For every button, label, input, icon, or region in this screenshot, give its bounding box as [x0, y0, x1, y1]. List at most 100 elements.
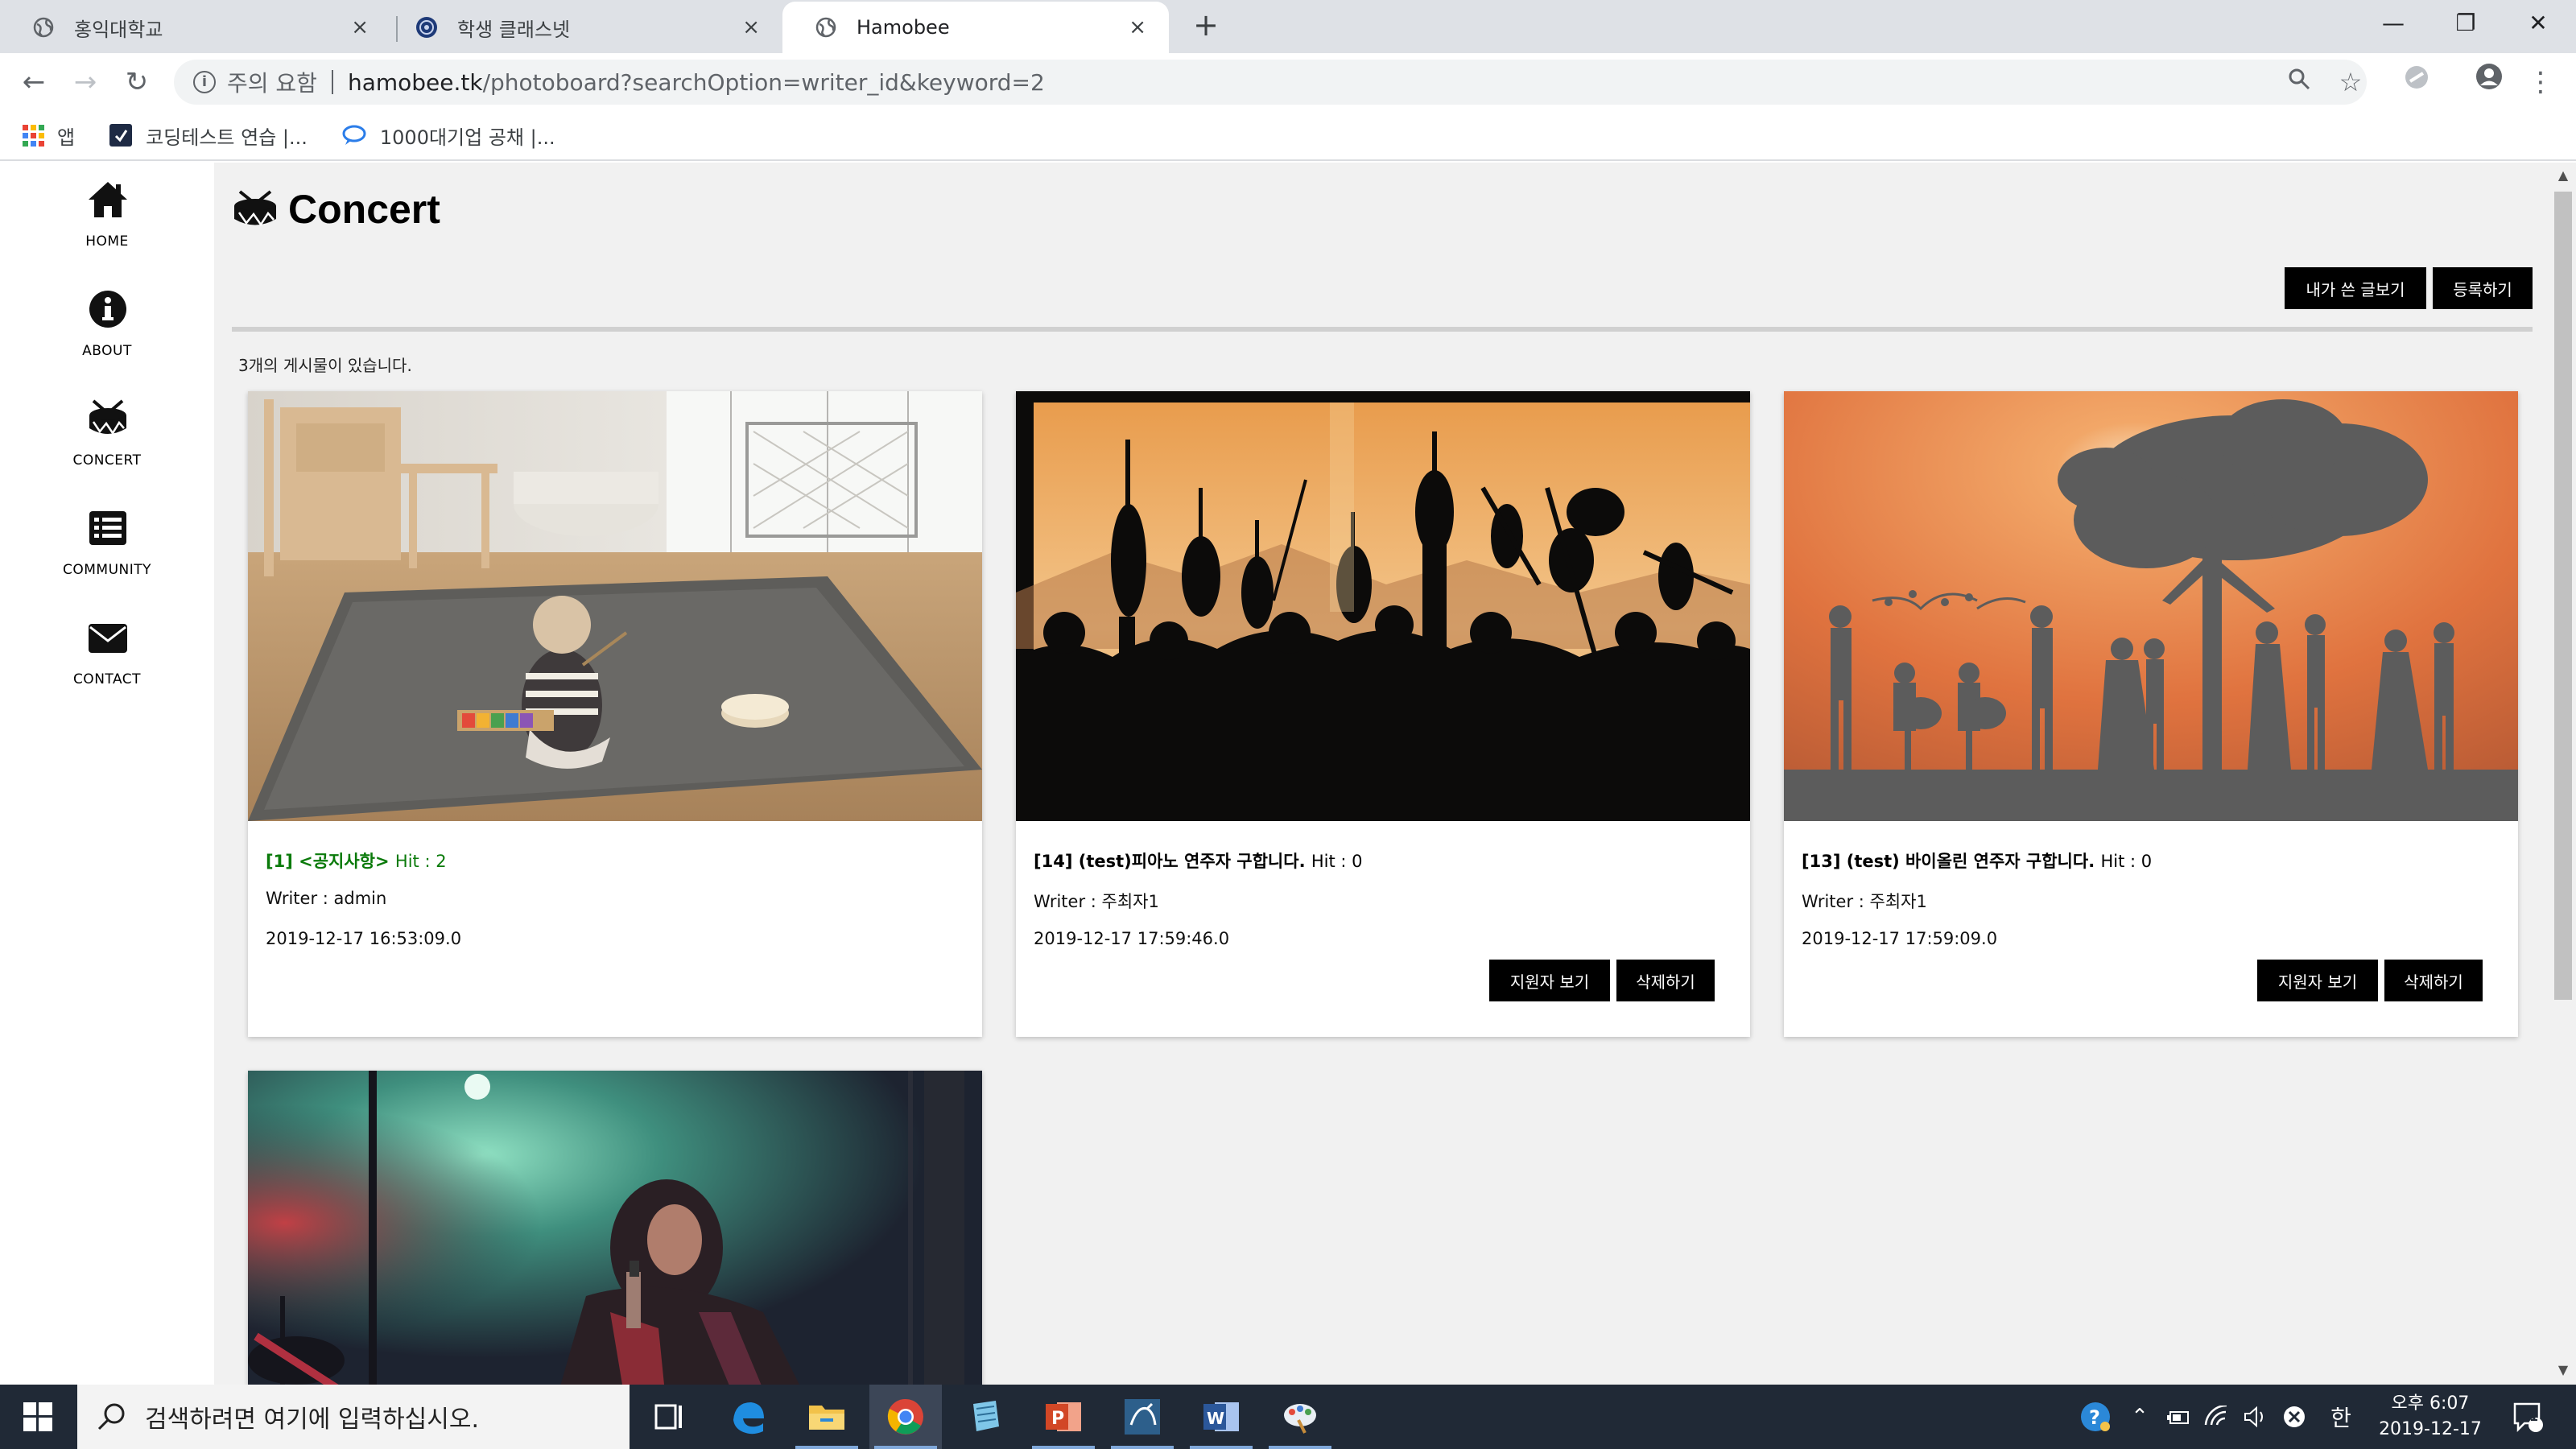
bookmarks-bar: 앱 코딩테스트 연습 |... 1000대기업 공채 |...	[0, 111, 2576, 161]
post-thumbnail-singer-stage[interactable]	[248, 1071, 982, 1385]
tab-title: 홍익대학교	[74, 18, 163, 41]
menu-dots-icon[interactable]: ⋮	[2518, 60, 2563, 105]
delete-button[interactable]: 삭제하기	[2384, 960, 2483, 1001]
chevron-up-icon[interactable]: ⌃	[2122, 1385, 2157, 1449]
profile-avatar-icon[interactable]	[2467, 60, 2512, 105]
notepad-icon[interactable]	[948, 1385, 1021, 1449]
sidebar-item-label: ABOUT	[82, 343, 132, 359]
running-indicator	[874, 1446, 937, 1449]
taskbar-search-input[interactable]: 검색하려면 여기에 입력하십시오.	[77, 1385, 630, 1449]
mysql-workbench-icon[interactable]	[1106, 1385, 1179, 1449]
tab-hamobee[interactable]: Hamobee ×	[782, 2, 1169, 53]
back-icon[interactable]: ←	[14, 63, 53, 101]
info-icon	[89, 291, 126, 328]
post-hit-count: Hit : 0	[2100, 852, 2153, 871]
browser-tab-strip: 홍익대학교 × 학생 클래스넷 × Hamobee × + — ❐ ✕	[0, 0, 2576, 53]
paint-icon[interactable]	[1264, 1385, 1336, 1449]
word-icon[interactable]: W	[1185, 1385, 1257, 1449]
post-writer: Writer : 주최자1	[1034, 892, 1159, 911]
forward-icon[interactable]: →	[66, 63, 105, 101]
running-indicator	[1190, 1446, 1253, 1449]
post-thumbnail-musicians-sunset[interactable]	[1784, 391, 2518, 821]
view-applicants-button[interactable]: 지원자 보기	[1489, 960, 1610, 1001]
bookmark-label: 1000대기업 공채 |...	[379, 126, 555, 149]
help-icon[interactable]: ?	[2075, 1385, 2116, 1449]
sidebar-item-home[interactable]: HOME	[0, 166, 214, 270]
bookmark-apps[interactable]: 앱	[23, 122, 75, 150]
post-card[interactable]: [13] (test) 바이올린 연주자 구합니다. Hit : 0 Write…	[1784, 391, 2518, 1037]
powerpoint-icon[interactable]: P	[1027, 1385, 1100, 1449]
close-window-icon[interactable]: ✕	[2502, 0, 2574, 47]
sidebar-item-community[interactable]: COMMUNITY	[0, 494, 214, 599]
scroll-up-icon[interactable]: ▲	[2550, 167, 2576, 183]
reload-icon[interactable]: ↻	[118, 63, 156, 101]
notification-icon[interactable]: 1	[2504, 1385, 2552, 1449]
volume-icon[interactable]	[2238, 1385, 2273, 1449]
url-path: /photoboard?searchOption=writer_id&keywo…	[482, 68, 1045, 96]
svg-text:P: P	[1051, 1409, 1064, 1429]
tab-classnet[interactable]: 학생 클래스넷 ×	[383, 2, 782, 53]
post-card[interactable]: [1] <공지사항> Hit : 2 Writer : admin 2019-1…	[248, 391, 982, 1037]
post-thumbnail-orchestra-silhouette[interactable]	[1016, 391, 1750, 821]
post-card[interactable]: [14] (test)피아노 연주자 구합니다. Hit : 0 Writer …	[1016, 391, 1750, 1037]
sidebar-item-about[interactable]: ABOUT	[0, 275, 214, 380]
battery-icon[interactable]	[2161, 1385, 2196, 1449]
home-icon	[89, 182, 127, 217]
drum-icon	[234, 190, 276, 227]
sidebar-item-contact[interactable]: CONTACT	[0, 604, 214, 708]
bookmark-jobs[interactable]: 1000대기업 공채 |...	[341, 122, 555, 150]
status-x-icon[interactable]	[2277, 1385, 2312, 1449]
minimize-icon[interactable]: —	[2357, 0, 2429, 47]
scrollbar-thumb[interactable]	[2554, 192, 2572, 1000]
drum-icon	[89, 399, 126, 436]
windows-start-icon[interactable]	[0, 1385, 76, 1449]
delete-button[interactable]: 삭제하기	[1616, 960, 1715, 1001]
url-bar[interactable]: i 주의 요함 hamobee.tk/photoboard?searchOpti…	[174, 60, 2367, 105]
task-view-icon[interactable]	[633, 1385, 705, 1449]
ime-indicator[interactable]: 한	[2318, 1385, 2363, 1449]
post-date: 2019-12-17 17:59:46.0	[1034, 929, 1230, 948]
page-title-text: Concert	[288, 187, 440, 232]
tab-close-icon[interactable]: ×	[351, 15, 369, 39]
notification-count: 1	[2529, 1409, 2539, 1424]
chrome-icon[interactable]	[869, 1385, 942, 1449]
file-explorer-icon[interactable]	[791, 1385, 863, 1449]
my-posts-button[interactable]: 내가 쓴 글보기	[2285, 267, 2426, 309]
svg-text:?: ?	[2089, 1406, 2100, 1429]
view-applicants-button[interactable]: 지원자 보기	[2257, 960, 2378, 1001]
apps-grid-icon	[23, 124, 44, 147]
sidebar-nav: HOME ABOUT CONCERT COMMUNITY CONTACT	[0, 163, 214, 1385]
post-title-text: [14] (test)피아노 연주자 구합니다.	[1034, 852, 1306, 871]
wifi-icon[interactable]	[2199, 1385, 2235, 1449]
post-title[interactable]: [13] (test) 바이올린 연주자 구합니다. Hit : 0	[1802, 848, 2152, 873]
tab-close-icon[interactable]: ×	[1129, 15, 1146, 39]
site-info-icon[interactable]: i	[193, 71, 216, 93]
tab-hongik[interactable]: 홍익대학교 ×	[0, 2, 391, 53]
zoom-icon[interactable]	[2277, 60, 2322, 105]
post-title-text: [1] <공지사항>	[266, 852, 390, 871]
sidebar-item-label: CONCERT	[72, 452, 142, 469]
chat-bubble-icon	[341, 124, 367, 147]
running-indicator	[795, 1446, 858, 1449]
register-button[interactable]: 등록하기	[2433, 267, 2533, 309]
post-title[interactable]: [1] <공지사항> Hit : 2	[266, 848, 447, 873]
running-indicator	[1111, 1446, 1174, 1449]
page-scrollbar[interactable]: ▲ ▼	[2550, 163, 2576, 1385]
post-thumbnail-baby-playing[interactable]	[248, 391, 982, 821]
post-date: 2019-12-17 16:53:09.0	[266, 929, 462, 948]
tab-close-icon[interactable]: ×	[742, 15, 760, 39]
search-icon	[97, 1403, 125, 1430]
extension-icon[interactable]	[2394, 60, 2439, 105]
bookmark-star-icon[interactable]: ☆	[2328, 60, 2373, 105]
edge-icon[interactable]	[712, 1385, 784, 1449]
post-card[interactable]	[248, 1071, 982, 1385]
address-toolbar: ← → ↻ i 주의 요함 hamobee.tk/photoboard?sear…	[0, 53, 2576, 111]
post-title-text: [13] (test) 바이올린 연주자 구합니다.	[1802, 852, 2095, 871]
post-title[interactable]: [14] (test)피아노 연주자 구합니다. Hit : 0	[1034, 848, 1363, 873]
scroll-down-icon[interactable]: ▼	[2550, 1362, 2576, 1377]
system-clock[interactable]: 오후 6:07 2019-12-17	[2370, 1391, 2491, 1443]
sidebar-item-concert[interactable]: CONCERT	[0, 385, 214, 489]
new-tab-button[interactable]: +	[1188, 8, 1224, 43]
bookmark-coding-test[interactable]: 코딩테스트 연습 |...	[109, 122, 308, 150]
restore-icon[interactable]: ❐	[2429, 0, 2502, 47]
